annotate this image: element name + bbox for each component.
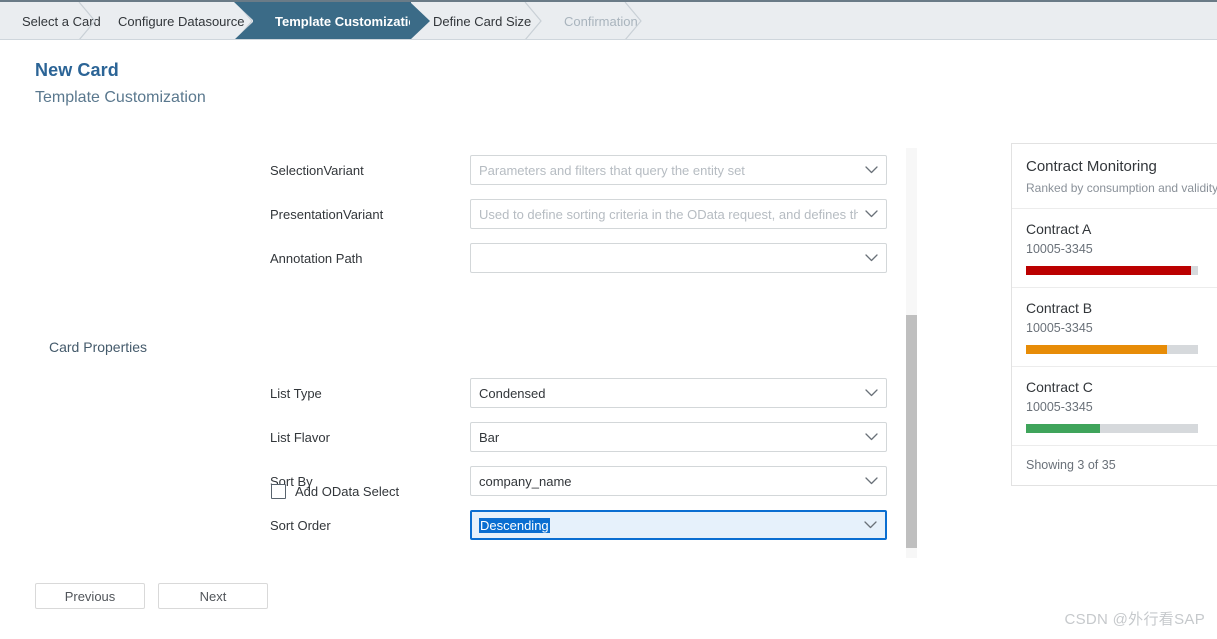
select-value-selectionvariant: Parameters and filters that query the en… xyxy=(479,162,745,178)
next-button[interactable]: Next xyxy=(158,583,268,609)
preview-item-title: Contract C xyxy=(1026,379,1093,395)
chevron-down-icon[interactable] xyxy=(865,477,878,486)
label-list-type: List Type xyxy=(270,385,322,401)
add-odata-select-label: Add OData Select xyxy=(295,483,400,499)
label-selectionvariant: SelectionVariant xyxy=(270,162,364,178)
wizard-step-label: Confirmation xyxy=(564,13,638,29)
select-value-sort-by: company_name xyxy=(479,473,572,489)
select-value-list-flavor: Bar xyxy=(479,429,500,445)
select-value-list-type: Condensed xyxy=(479,385,546,401)
preview-item-subtitle: 10005-3345 xyxy=(1026,400,1093,414)
wizard-active-chevron-right xyxy=(410,2,430,39)
chevron-down-icon[interactable] xyxy=(865,254,878,263)
select-value-sort-order: Descending xyxy=(479,517,550,533)
wizard-step-configure-datasource[interactable]: Configure Datasource xyxy=(96,2,253,39)
page-title: New Card xyxy=(35,60,119,80)
watermark-text: CSDN @外行看SAP xyxy=(1064,611,1205,628)
card-properties-section-label: Card Properties xyxy=(49,339,148,355)
wizard-step-select-a-card[interactable]: Select a Card xyxy=(0,2,101,39)
wizard-step-label: Template Customization xyxy=(275,13,425,29)
form-row-annotation-path: Annotation Path xyxy=(270,243,887,273)
preview-card: Contract Monitoring Ranked by consumptio… xyxy=(1011,143,1217,486)
form-row-selectionvariant: SelectionVariant Parameters and filters t… xyxy=(270,155,887,185)
preview-card-item[interactable]: Contract A 10005-3345 xyxy=(1012,209,1217,288)
form-row-list-flavor: List Flavor Bar xyxy=(270,422,887,452)
add-odata-select-checkbox[interactable] xyxy=(271,483,286,499)
select-selectionvariant[interactable]: Parameters and filters that query the en… xyxy=(470,155,887,185)
preview-item-bar xyxy=(1026,266,1198,275)
wizard-step-bar: Select a Card Configure Datasource Templat… xyxy=(0,2,1217,40)
chevron-down-icon[interactable] xyxy=(865,166,878,175)
preview-card-item[interactable]: Contract B 10005-3345 xyxy=(1012,288,1217,367)
app-root: Select a Card Configure Datasource Templat… xyxy=(0,0,1217,639)
wizard-step-label: Select a Card xyxy=(22,13,101,29)
page-heading: New Card Template Customization xyxy=(35,58,206,110)
preview-item-bar xyxy=(1026,424,1198,433)
page-subtitle: Template Customization xyxy=(35,89,206,106)
preview-card-subtitle: Ranked by consumption and validity xyxy=(1026,181,1217,195)
preview-card-footer: Showing 3 of 35 xyxy=(1026,458,1116,472)
preview-item-title: Contract A xyxy=(1026,221,1092,237)
select-value-presentationvariant: Used to define sorting criteria in the O… xyxy=(479,206,858,222)
wizard-active-chevron-left xyxy=(234,2,254,39)
add-odata-select-row[interactable]: Add OData Select xyxy=(271,481,399,501)
chevron-down-icon[interactable] xyxy=(865,433,878,442)
form-row-presentationvariant: PresentationVariant Used to define sortin… xyxy=(270,199,887,229)
preview-card-header: Contract Monitoring Ranked by consumptio… xyxy=(1012,144,1217,209)
preview-card-item[interactable]: Contract C 10005-3345 xyxy=(1012,367,1217,446)
preview-card-list: Contract A 10005-3345 Contract B 10005-3345… xyxy=(1012,209,1217,446)
wizard-step-template-customization[interactable]: Template Customization xyxy=(234,2,430,39)
form-row-sort-order: Sort Order Descending xyxy=(270,510,887,540)
preview-item-bar-fill xyxy=(1026,266,1192,275)
previous-button[interactable]: Previous xyxy=(35,583,145,609)
wizard-step-confirmation: Confirmation xyxy=(542,2,642,39)
select-list-type[interactable]: Condensed xyxy=(470,378,887,408)
label-list-flavor: List Flavor xyxy=(270,429,330,445)
select-annotation-path[interactable] xyxy=(470,243,887,273)
preview-item-subtitle: 10005-3345 xyxy=(1026,321,1093,335)
label-sort-order: Sort Order xyxy=(270,517,331,533)
form-row-list-type: List Type Condensed xyxy=(270,378,887,408)
preview-card-title: Contract Monitoring xyxy=(1026,158,1157,175)
label-presentationvariant: PresentationVariant xyxy=(270,206,384,222)
wizard-step-label: Configure Datasource xyxy=(118,13,245,29)
preview-item-subtitle: 10005-3345 xyxy=(1026,242,1093,256)
chevron-down-icon[interactable] xyxy=(865,210,878,219)
wizard-step-define-card-size[interactable]: Define Card Size xyxy=(411,2,542,39)
label-annotation-path: Annotation Path xyxy=(270,250,363,266)
preview-item-title: Contract B xyxy=(1026,300,1093,316)
form-scrollbar-thumb[interactable] xyxy=(906,315,917,548)
preview-item-bar-fill xyxy=(1026,424,1100,433)
chevron-down-icon[interactable] xyxy=(865,389,878,398)
select-presentationvariant[interactable]: Used to define sorting criteria in the O… xyxy=(470,199,887,229)
select-sort-by[interactable]: company_name xyxy=(470,466,887,496)
preview-item-bar-fill xyxy=(1026,345,1168,354)
select-sort-order[interactable]: Descending xyxy=(470,510,887,540)
wizard-step-label: Define Card Size xyxy=(433,13,532,29)
preview-item-bar xyxy=(1026,345,1198,354)
form-area: Card Properties SelectionVariant Paramete… xyxy=(0,140,935,565)
select-list-flavor[interactable]: Bar xyxy=(470,422,887,452)
chevron-down-icon[interactable] xyxy=(864,521,877,530)
